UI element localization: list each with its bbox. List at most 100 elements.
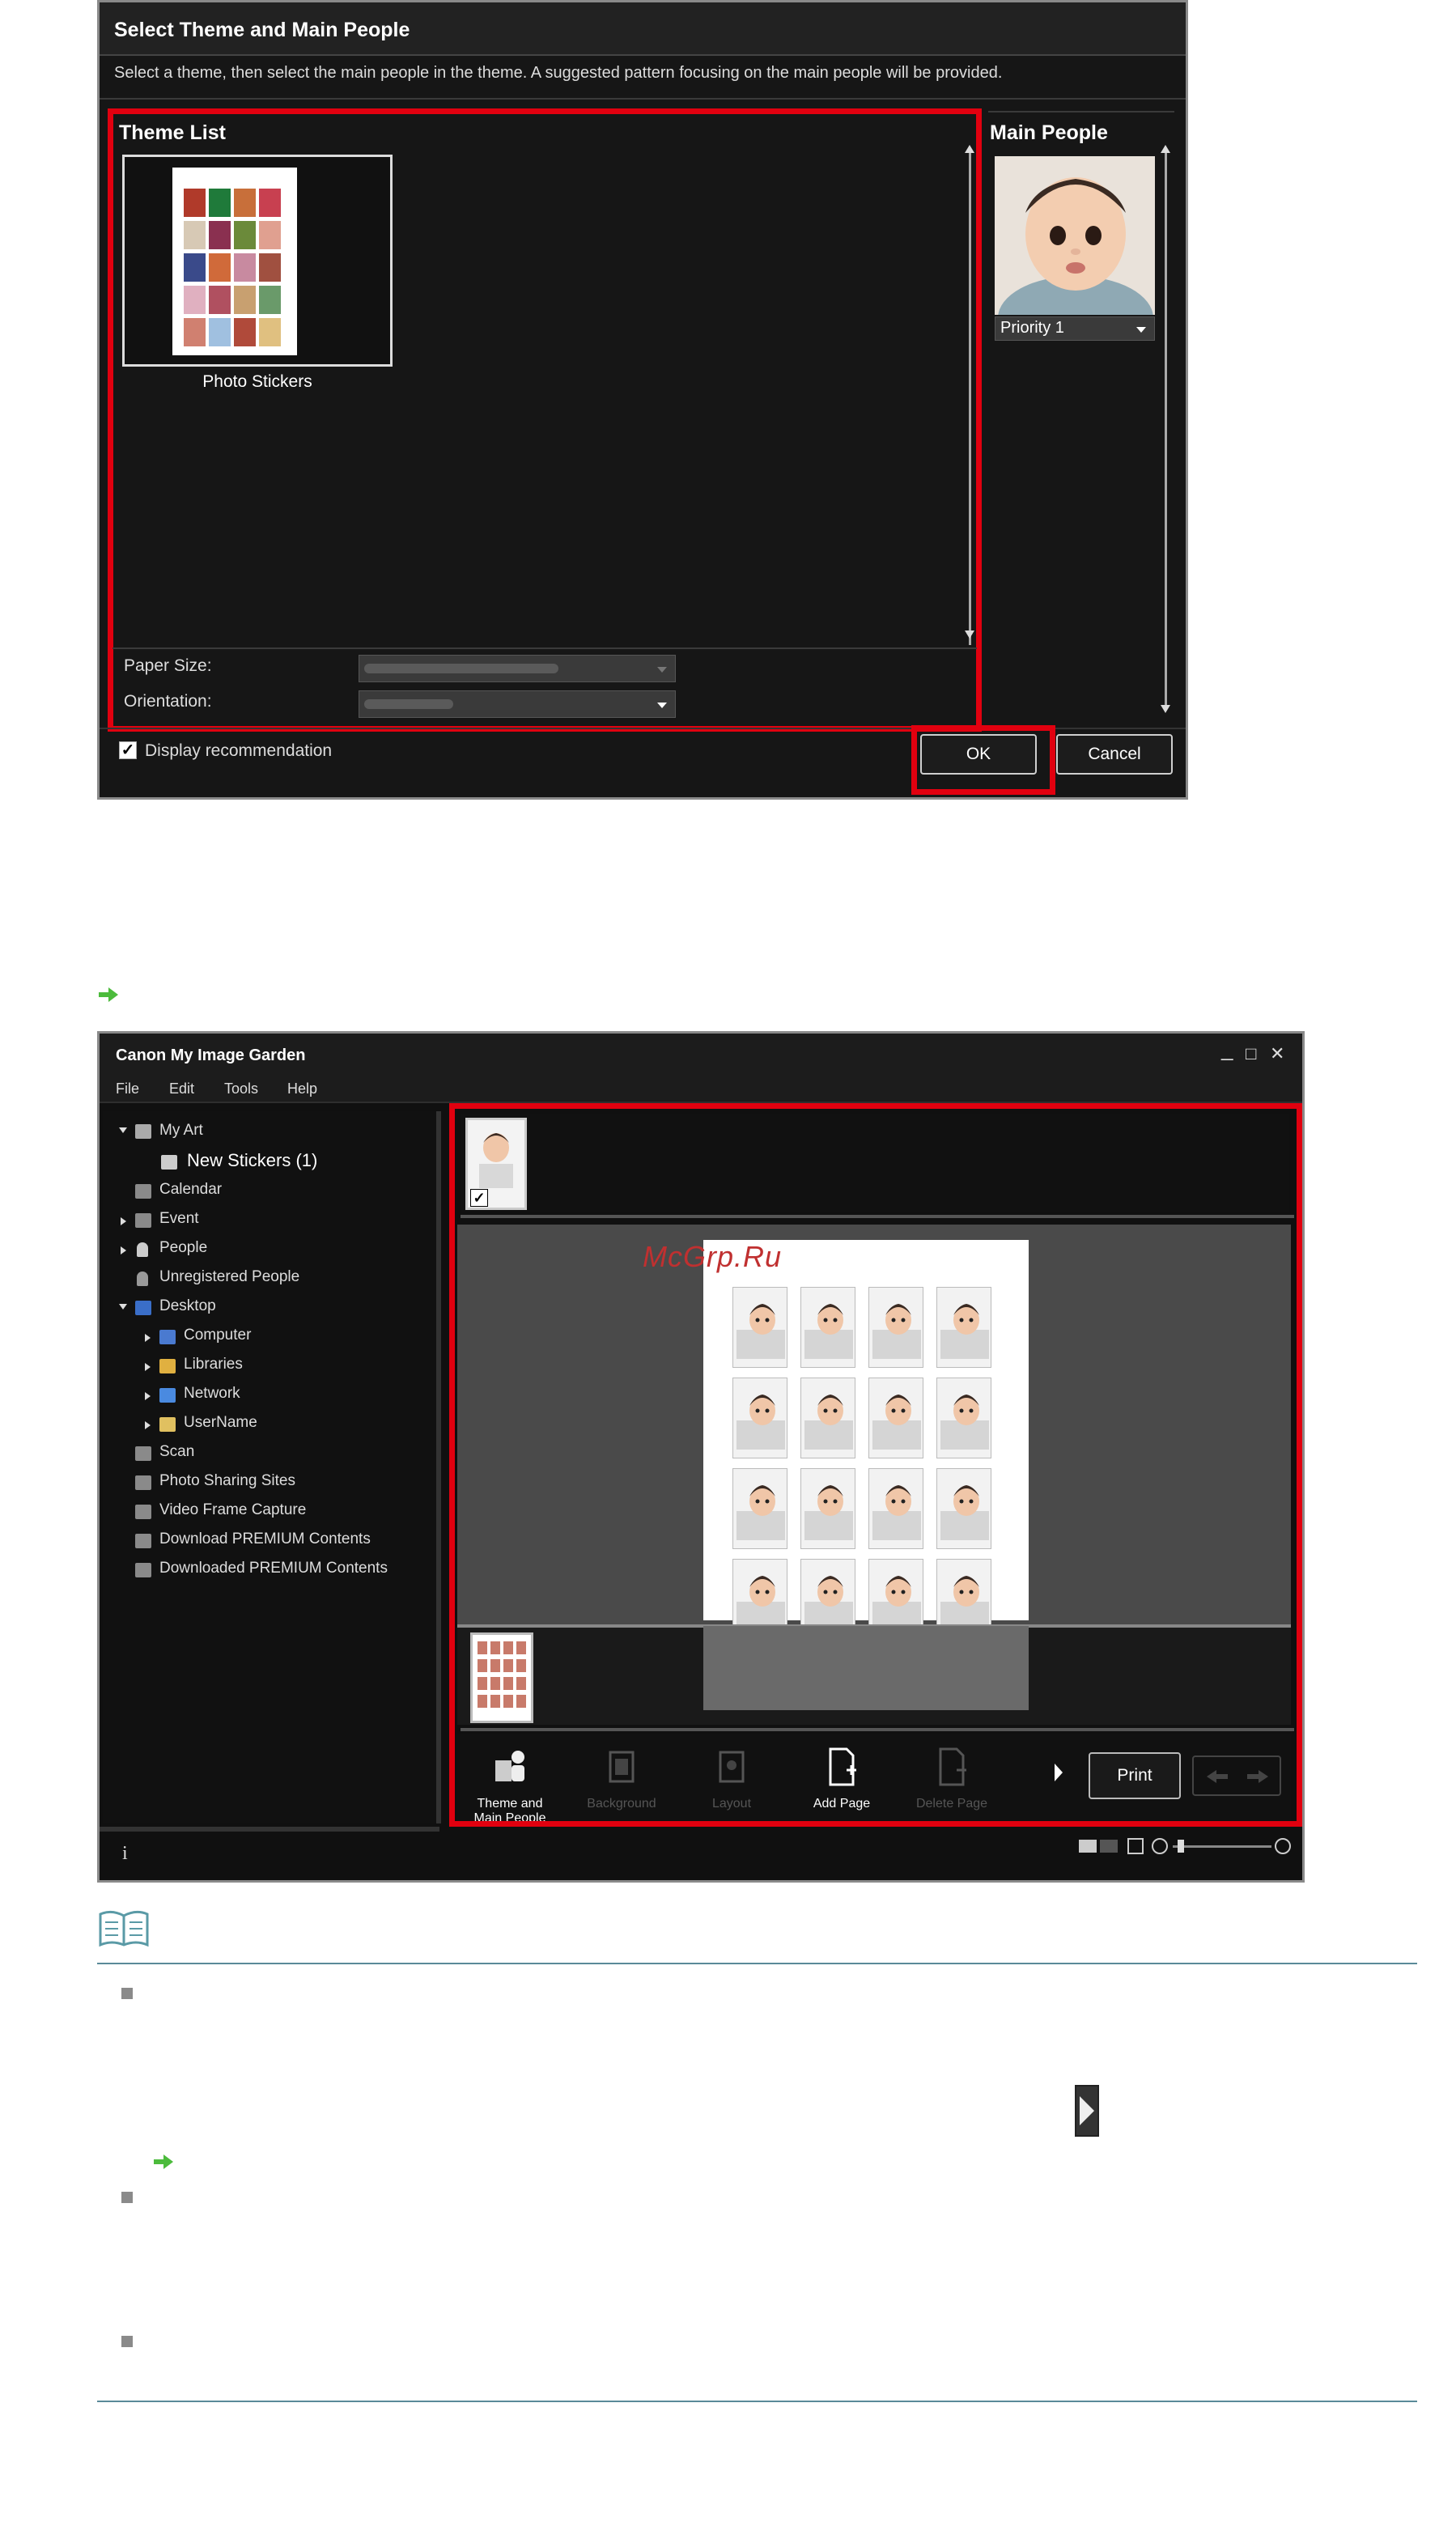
- tree-item-people[interactable]: People: [159, 1239, 207, 1257]
- calendar-icon: [135, 1184, 151, 1199]
- main-people-divider: [988, 111, 1174, 113]
- tree-item-downloaded-premium[interactable]: Downloaded PREMIUM Contents: [159, 1560, 388, 1577]
- display-recommendation-label: Display recommendation: [145, 741, 333, 760]
- tree-item-network[interactable]: Network: [184, 1385, 240, 1403]
- video-capture-icon: [135, 1505, 151, 1519]
- link-arrow-icon[interactable]: [97, 986, 120, 1004]
- expand-arrow-icon[interactable]: [145, 1392, 151, 1400]
- menu-help[interactable]: Help: [287, 1080, 317, 1097]
- menu-file[interactable]: File: [116, 1080, 139, 1097]
- minimize-icon[interactable]: _: [1221, 1037, 1233, 1062]
- paper-size-label: Paper Size:: [124, 656, 212, 675]
- menu-bar: [100, 1076, 1302, 1103]
- tree-item-download-premium[interactable]: Download PREMIUM Contents: [159, 1530, 371, 1548]
- dropdown-arrow-icon: [1136, 327, 1146, 333]
- show-more-arrow-icon: [1075, 2085, 1099, 2137]
- main-people-label: Main People: [990, 121, 1108, 144]
- theme-list-label: Theme List: [119, 121, 226, 144]
- tree-item-event[interactable]: Event: [159, 1210, 199, 1228]
- expand-arrow-icon[interactable]: [145, 1363, 151, 1371]
- note-bullet: [121, 1988, 133, 1999]
- zoom-slider[interactable]: [1173, 1845, 1271, 1848]
- theme-list-scrollbar[interactable]: [969, 153, 971, 645]
- theme-scroll-down-icon[interactable]: [965, 630, 974, 639]
- expand-arrow-icon[interactable]: [121, 1246, 126, 1255]
- tree-item-username[interactable]: UserName: [184, 1414, 257, 1432]
- people-scroll-up-icon[interactable]: [1161, 145, 1170, 153]
- editor-highlight: [449, 1103, 1302, 1827]
- close-icon[interactable]: ✕: [1270, 1043, 1284, 1064]
- dialog-divider: [100, 98, 1186, 100]
- tree-item-photo-sharing-sites[interactable]: Photo Sharing Sites: [159, 1472, 295, 1490]
- maximize-icon[interactable]: □: [1246, 1043, 1256, 1064]
- desktop-icon: [135, 1301, 151, 1315]
- tree-item-scan[interactable]: Scan: [159, 1443, 194, 1461]
- view-controls: [1071, 1835, 1305, 1859]
- tree-item-libraries[interactable]: Libraries: [184, 1356, 243, 1373]
- paper-size-select[interactable]: [359, 655, 676, 682]
- note-bullet: [121, 2192, 133, 2203]
- menu-edit[interactable]: Edit: [169, 1080, 194, 1097]
- scan-icon: [135, 1446, 151, 1461]
- app-title: Canon My Image Garden: [116, 1046, 306, 1064]
- tree-item-desktop[interactable]: Desktop: [159, 1297, 216, 1315]
- priority-value: Priority 1: [1000, 319, 1064, 337]
- view-mode-icon[interactable]: [1079, 1840, 1097, 1853]
- zoom-out-icon[interactable]: [1152, 1838, 1168, 1854]
- orientation-label: Orientation:: [124, 692, 212, 711]
- note-book-icon: [99, 1910, 149, 1947]
- display-recommendation-checkbox[interactable]: ✓: [119, 741, 137, 759]
- person-icon: [137, 1242, 148, 1257]
- note-bottom-rule: [97, 2401, 1417, 2402]
- my-art-icon: [135, 1124, 151, 1139]
- main-person-photo[interactable]: [995, 156, 1155, 315]
- sidebar-tree: My Art New Stickers (1) Calendar Event P…: [103, 1111, 441, 1823]
- main-people-scrollbar[interactable]: [1165, 153, 1167, 708]
- download-icon: [135, 1534, 151, 1548]
- theme-name-label: Photo Stickers: [202, 372, 312, 391]
- view-mode-alt-icon[interactable]: [1100, 1840, 1118, 1853]
- expand-arrow-icon[interactable]: [145, 1334, 151, 1342]
- libraries-icon: [159, 1359, 176, 1373]
- priority-select[interactable]: Priority 1: [995, 316, 1155, 341]
- event-icon: [135, 1213, 151, 1228]
- theme-thumbnail: [172, 168, 297, 355]
- sidebar-scrollbar[interactable]: [100, 1827, 439, 1832]
- expand-arrow-icon[interactable]: [121, 1217, 126, 1225]
- user-folder-icon: [159, 1417, 176, 1432]
- paper-divider: [112, 647, 977, 649]
- folder-icon: [135, 1563, 151, 1577]
- expand-arrow-icon[interactable]: [119, 1127, 127, 1133]
- tree-item-unregistered-people[interactable]: Unregistered People: [159, 1268, 299, 1286]
- orientation-select[interactable]: [359, 690, 676, 718]
- theme-scroll-up-icon[interactable]: [965, 145, 974, 153]
- select-theme-dialog: Select Theme and Main People Select a th…: [97, 0, 1188, 800]
- unregistered-person-icon: [137, 1272, 148, 1286]
- stickers-icon: [161, 1155, 177, 1170]
- zoom-slider-handle[interactable]: [1178, 1840, 1184, 1853]
- computer-icon: [159, 1330, 176, 1344]
- my-image-garden-window: Canon My Image Garden _ □ ✕ File Edit To…: [97, 1031, 1305, 1883]
- tree-item-video-frame-capture[interactable]: Video Frame Capture: [159, 1501, 306, 1519]
- tree-item-my-art[interactable]: My Art: [159, 1122, 203, 1140]
- note-top-rule: [97, 1963, 1417, 1964]
- tree-item-computer[interactable]: Computer: [184, 1327, 251, 1344]
- ok-button[interactable]: OK: [920, 734, 1037, 775]
- zoom-in-icon[interactable]: [1275, 1838, 1291, 1854]
- info-icon[interactable]: i: [122, 1843, 128, 1865]
- expand-arrow-icon[interactable]: [119, 1304, 127, 1310]
- note-link-arrow-icon[interactable]: [152, 2153, 175, 2171]
- note-bullet: [121, 2336, 133, 2347]
- expand-arrow-icon[interactable]: [145, 1421, 151, 1429]
- dialog-description: Select a theme, then select the main peo…: [114, 64, 1003, 82]
- menu-tools[interactable]: Tools: [224, 1080, 258, 1097]
- dialog-title: Select Theme and Main People: [114, 19, 410, 41]
- photo-sharing-icon: [135, 1475, 151, 1490]
- watermark: McGrp.Ru: [643, 1240, 783, 1273]
- tree-item-calendar[interactable]: Calendar: [159, 1181, 222, 1199]
- network-icon: [159, 1388, 176, 1403]
- fit-view-icon[interactable]: [1127, 1838, 1144, 1854]
- tree-item-new-stickers[interactable]: New Stickers (1): [187, 1150, 317, 1171]
- people-scroll-down-icon[interactable]: [1161, 705, 1170, 713]
- cancel-button[interactable]: Cancel: [1056, 734, 1173, 775]
